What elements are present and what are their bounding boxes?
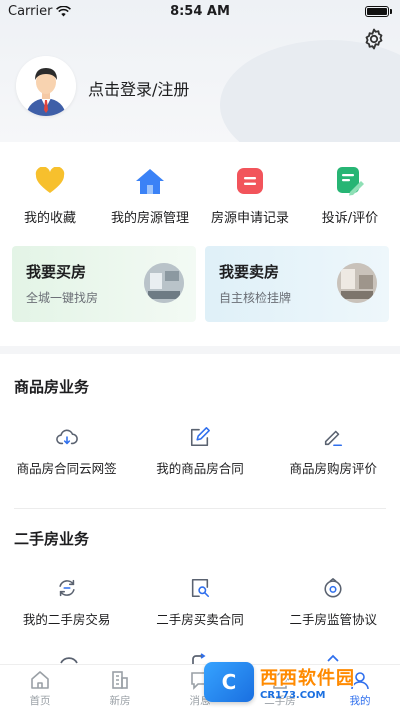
login-register-link[interactable]: 点击登录/注册 — [88, 76, 189, 100]
carrier-label: Carrier — [8, 3, 53, 19]
grid-label: 我的二手房交易 — [22, 612, 111, 627]
second-hand-section: 二手房业务 我的二手房交易 二手房买卖合同 二手房监管协议 — [0, 509, 400, 649]
buy-house-subtitle: 全城一键找房 — [26, 291, 99, 305]
house-tab-icon — [270, 671, 290, 689]
avatar[interactable] — [16, 56, 76, 116]
tab-profile[interactable]: 我的 — [320, 665, 400, 710]
tab-second-hand[interactable]: 二手房 — [240, 665, 320, 710]
contract-edit-icon — [190, 427, 210, 447]
tab-label: 新房 — [109, 695, 131, 707]
commercial-housing-section: 商品房业务 商品房合同云网签 我的商品房合同 商品房购房评价 — [0, 354, 400, 509]
battery-icon — [365, 5, 389, 17]
second-hand-supervision-agreement[interactable]: 二手房监管协议 — [267, 577, 400, 628]
quick-label: 我的房源管理 — [110, 211, 189, 226]
tab-label: 二手房 — [264, 695, 296, 707]
sell-house-thumbnail — [337, 263, 377, 303]
review-pen-icon — [325, 430, 343, 447]
section-title: 二手房业务 — [14, 530, 90, 548]
section-title: 商品房业务 — [14, 378, 90, 396]
exchange-icon — [58, 579, 75, 597]
my-commercial-contracts[interactable]: 我的商品房合同 — [133, 426, 266, 477]
grid-label: 二手房买卖合同 — [156, 612, 244, 627]
feedback-icon — [334, 165, 366, 197]
supervision-icon — [324, 578, 342, 598]
heart-icon — [34, 165, 66, 197]
tab-label: 我的 — [349, 695, 371, 707]
quick-application-records[interactable]: 房源申请记录 — [200, 165, 300, 226]
buy-house-title: 我要买房 — [26, 263, 87, 281]
quick-actions-panel: 我的收藏 我的房源管理 房源申请记录 投诉/评价 我要买房 全城一键找房 我要卖… — [0, 142, 400, 346]
header-decoration — [220, 40, 400, 142]
grid-label: 我的商品房合同 — [156, 461, 244, 476]
sell-house-title: 我要卖房 — [219, 263, 280, 281]
sell-house-subtitle: 自主核检挂牌 — [219, 291, 292, 305]
buy-house-card[interactable]: 我要买房 全城一键找房 — [12, 246, 196, 322]
record-icon — [234, 165, 266, 197]
tab-home[interactable]: 首页 — [0, 665, 80, 710]
home-icon — [134, 165, 166, 197]
quick-feedback[interactable]: 投诉/评价 — [300, 165, 400, 226]
commercial-purchase-review[interactable]: 商品房购房评价 — [267, 426, 400, 477]
battery-cap — [390, 8, 392, 14]
quick-label: 投诉/评价 — [321, 211, 379, 226]
status-bar: Carrier 8:54 AM — [0, 0, 400, 22]
commercial-online-signing[interactable]: 商品房合同云网签 — [0, 426, 133, 477]
second-hand-sales-contract[interactable]: 二手房买卖合同 — [133, 577, 266, 628]
my-second-hand-trades[interactable]: 我的二手房交易 — [0, 577, 133, 628]
wifi-icon — [56, 5, 72, 16]
tab-label: 消息 — [189, 695, 211, 707]
building-tab-icon — [112, 671, 128, 689]
profile-tab-icon — [351, 672, 369, 690]
buy-house-thumbnail — [144, 263, 184, 303]
grid-label: 商品房购房评价 — [289, 461, 377, 476]
quick-label: 房源申请记录 — [210, 211, 289, 226]
tab-new-homes[interactable]: 新房 — [80, 665, 160, 710]
cloud-sign-icon — [55, 429, 78, 445]
tab-messages[interactable]: 消息 — [160, 665, 240, 710]
quick-my-listings[interactable]: 我的房源管理 — [100, 165, 200, 226]
quick-favorites[interactable]: 我的收藏 — [0, 165, 100, 226]
message-tab-icon — [191, 672, 209, 690]
grid-label: 商品房合同云网签 — [16, 461, 117, 476]
quick-label: 我的收藏 — [23, 211, 76, 226]
bottom-tab-bar: 首页 新房 消息 二手房 我的 — [0, 664, 400, 710]
home-tab-icon — [31, 671, 49, 689]
grid-label: 二手房监管协议 — [289, 612, 377, 627]
sell-house-card[interactable]: 我要卖房 自主核检挂牌 — [205, 246, 389, 322]
search-doc-icon — [191, 578, 209, 598]
gear-icon[interactable] — [362, 27, 386, 51]
tab-label: 首页 — [29, 695, 51, 707]
